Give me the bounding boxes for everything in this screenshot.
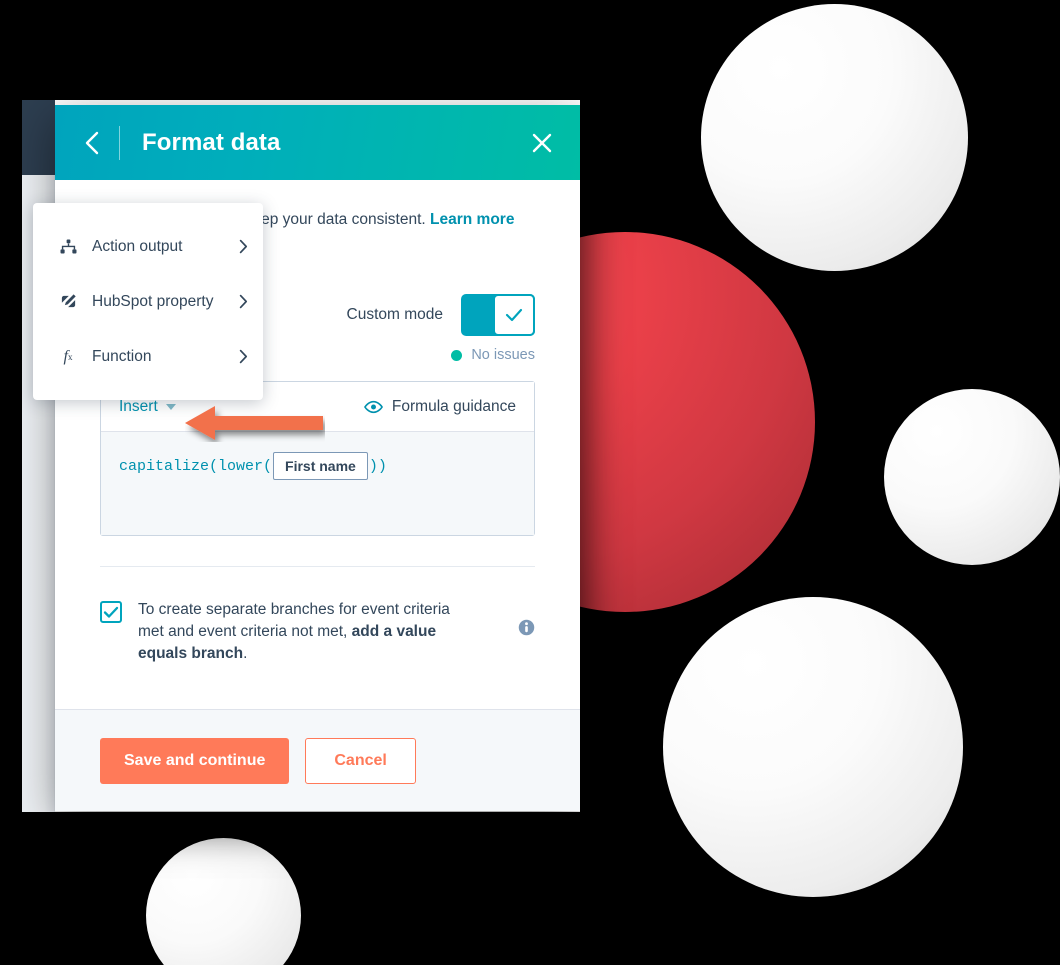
decorative-white-sphere-bottom-left	[146, 838, 301, 965]
section-divider	[100, 566, 535, 567]
chevron-right-icon	[239, 294, 248, 309]
toggle-knob	[493, 294, 535, 336]
cancel-button[interactable]: Cancel	[305, 737, 416, 784]
close-button[interactable]	[526, 127, 558, 159]
status-text: No issues	[471, 347, 535, 363]
decorative-white-sphere-right	[884, 389, 1060, 565]
formula-prefix: capitalize(lower(	[119, 457, 273, 475]
menu-item-function[interactable]: fx Function	[33, 329, 263, 384]
branch-checkbox-label: To create separate branches for event cr…	[138, 599, 470, 665]
save-and-continue-button[interactable]: Save and continue	[100, 737, 290, 784]
decorative-white-sphere-top-right	[701, 4, 968, 271]
branch-option-row: To create separate branches for event cr…	[100, 599, 535, 665]
app-navigation-bar	[22, 100, 55, 175]
decorative-white-sphere-bottom-right	[663, 597, 963, 897]
screenshot-stage: Format data to property values to keep y…	[0, 0, 1060, 965]
formula-editor-area[interactable]: capitalize(lower(First name))	[101, 432, 534, 535]
check-icon	[103, 606, 119, 618]
formula-guidance-button[interactable]: Formula guidance	[363, 397, 516, 416]
menu-item-label: HubSpot property	[92, 292, 214, 310]
caret-down-icon	[165, 403, 176, 410]
status-badge-dot	[451, 349, 463, 361]
insert-label: Insert	[119, 397, 158, 415]
formula-editor: Insert Formula guidance capitalize(lower…	[100, 381, 535, 536]
menu-item-action-output[interactable]: Action output	[33, 219, 263, 274]
close-icon	[532, 133, 552, 152]
menu-item-label: Action output	[92, 237, 183, 255]
branch-checkbox[interactable]	[100, 601, 122, 623]
formula-token-chip[interactable]: First name	[273, 452, 368, 480]
custom-mode-toggle[interactable]	[461, 294, 535, 336]
chevron-left-icon	[85, 131, 99, 154]
pencil-square-icon	[58, 293, 78, 310]
learn-more-link[interactable]: Learn more	[430, 211, 514, 228]
insert-dropdown-button[interactable]: Insert	[119, 398, 176, 416]
sitemap-icon	[58, 238, 78, 255]
chevron-right-icon	[239, 349, 248, 364]
custom-mode-label: Custom mode	[346, 306, 443, 323]
info-icon[interactable]	[518, 619, 535, 641]
formula-expression: capitalize(lower(First name))	[119, 452, 516, 480]
formula-guidance-label: Formula guidance	[391, 397, 516, 415]
back-button[interactable]	[79, 126, 105, 160]
page-title: Format data	[142, 128, 281, 156]
menu-item-hubspot-property[interactable]: HubSpot property	[33, 274, 263, 329]
chevron-right-icon	[239, 239, 248, 254]
eye-icon	[363, 400, 383, 414]
modal-header: Format data	[55, 105, 580, 180]
branch-text-part-2: .	[243, 645, 248, 662]
check-icon	[505, 308, 523, 322]
modal-footer: Save and continue Cancel	[55, 709, 580, 811]
fx-icon: fx	[63, 347, 73, 365]
formula-suffix: ))	[368, 457, 387, 475]
insert-dropdown-menu: Action output HubSpot property f x Funct…	[33, 203, 263, 400]
menu-item-label: Function	[92, 347, 152, 365]
header-divider	[119, 125, 120, 160]
